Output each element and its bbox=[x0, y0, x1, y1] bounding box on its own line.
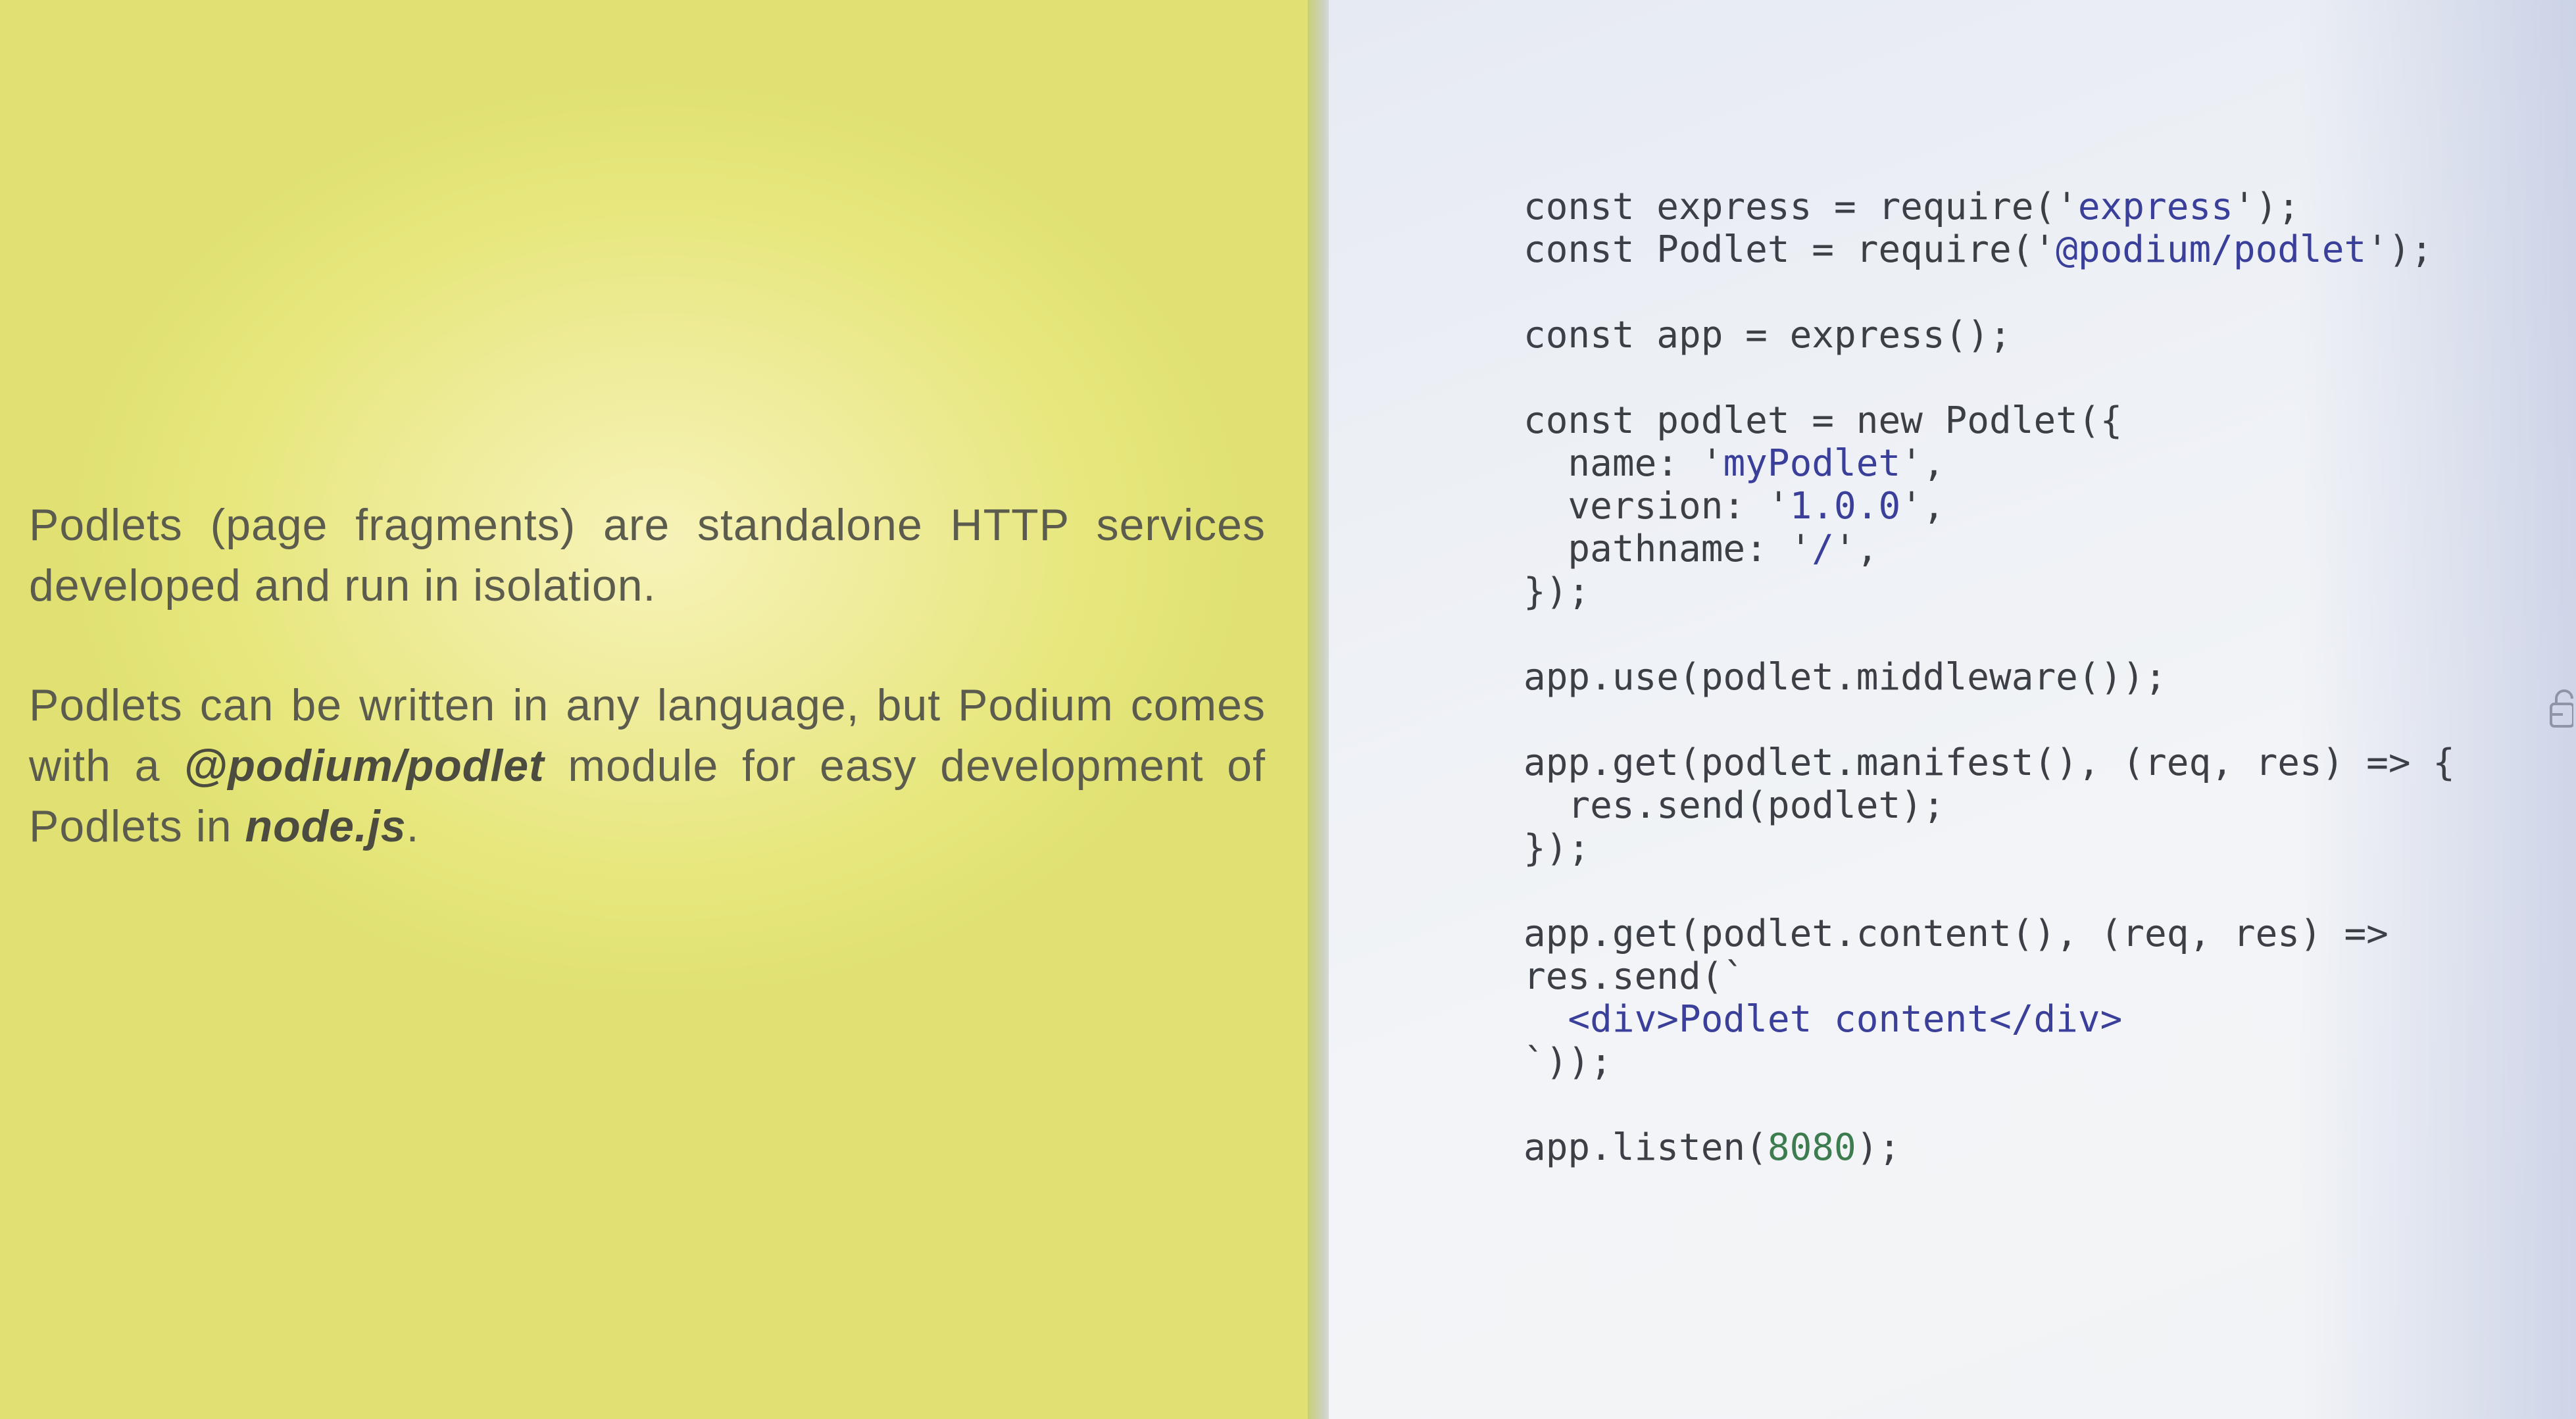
code-string: / bbox=[1812, 528, 1835, 570]
paragraph-intro: Podlets (page fragments) are standalone … bbox=[29, 500, 1266, 610]
code-token: ', bbox=[1900, 442, 1945, 485]
code-line: const app = express(); bbox=[1523, 314, 2012, 357]
code-block: const express = require('express'); const… bbox=[1523, 186, 2455, 1169]
code-token: pathname: ' bbox=[1523, 528, 1812, 570]
code-token: '); bbox=[2233, 186, 2300, 228]
code-line: }); bbox=[1523, 827, 1591, 870]
code-string: @podium/podlet bbox=[2056, 228, 2367, 271]
code-token: version: ' bbox=[1523, 485, 1790, 528]
code-line: const Podlet = require('@podium/podlet')… bbox=[1523, 228, 2455, 271]
code-line: res.send(` bbox=[1523, 955, 1746, 998]
description-text: Podlets (page fragments) are standalone … bbox=[29, 495, 1266, 857]
code-line: app.use(podlet.middleware()); bbox=[1523, 656, 2167, 699]
lock-icon bbox=[2550, 689, 2573, 728]
code-line: app.get(podlet.content(), (req, res) => bbox=[1523, 912, 2389, 955]
code-string: 1.0.0 bbox=[1789, 485, 1901, 528]
code-token: ', bbox=[1900, 485, 1945, 528]
paragraph-text-end: . bbox=[406, 801, 420, 851]
code-line: pathname: '/', bbox=[1523, 528, 2455, 570]
module-name: @podium/podlet bbox=[184, 741, 545, 791]
code-line: app.listen(8080); bbox=[1523, 1126, 2455, 1169]
code-line: res.send(podlet); bbox=[1523, 784, 1945, 827]
code-token: '); bbox=[2366, 228, 2433, 271]
code-token: ', bbox=[1834, 528, 1879, 570]
code-string: myPodlet bbox=[1723, 442, 1901, 485]
code-line: name: 'myPodlet', bbox=[1523, 442, 2455, 485]
code-line: const podlet = new Podlet({ bbox=[1523, 399, 2123, 442]
code-line-html: <div>Podlet content</div> bbox=[1523, 998, 2123, 1041]
code-string: express bbox=[2077, 186, 2233, 228]
code-token: app.listen( bbox=[1523, 1126, 1768, 1169]
code-line: app.get(podlet.manifest(), (req, res) =>… bbox=[1523, 741, 2456, 784]
code-number: 8080 bbox=[1767, 1126, 1856, 1169]
code-token: ); bbox=[1856, 1126, 1901, 1169]
code-token: const express = require(' bbox=[1523, 186, 2078, 228]
paragraph-podium-module: Podlets can be written in any language, … bbox=[29, 675, 1266, 857]
code-line: `)); bbox=[1523, 1041, 1612, 1083]
code-token: name: ' bbox=[1523, 442, 1723, 485]
code-line: }); bbox=[1523, 570, 1591, 613]
runtime-name: node.js bbox=[245, 801, 407, 851]
code-line: version: '1.0.0', bbox=[1523, 485, 2455, 528]
code-token: const Podlet = require(' bbox=[1523, 228, 2056, 271]
code-line: const express = require('express'); bbox=[1523, 186, 2455, 228]
left-panel: Podlets (page fragments) are standalone … bbox=[0, 0, 1321, 1419]
